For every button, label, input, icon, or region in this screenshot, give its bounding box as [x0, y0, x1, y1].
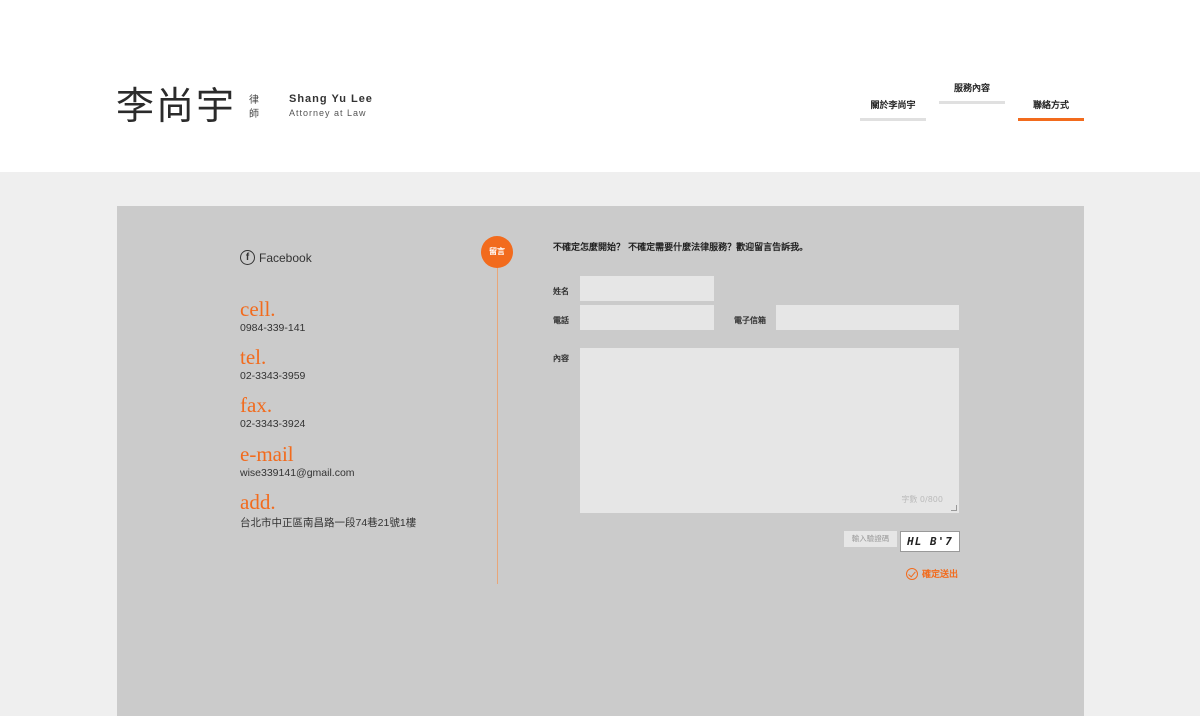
nav-item-bar: [939, 101, 1005, 104]
nav-item-label: 關於李尚宇: [870, 101, 916, 111]
phone-label: 電話: [553, 316, 569, 325]
contact-label: fax.: [240, 393, 273, 417]
contact-panel: f Facebook cell. 0984-339-141 tel. 02-33…: [117, 206, 1084, 716]
contact-tel: tel. 02-3343-3959: [240, 346, 305, 382]
phone-input[interactable]: [580, 305, 714, 330]
email-label: 電子信箱: [734, 316, 766, 325]
contact-value: 02-3343-3959: [240, 370, 306, 382]
message-badge: 留言: [481, 236, 513, 268]
name-label: 姓名: [553, 287, 569, 296]
name-input[interactable]: [580, 276, 714, 301]
resize-handle-icon[interactable]: [951, 505, 957, 511]
facebook-icon: f: [240, 250, 255, 265]
contact-label: tel.: [240, 345, 267, 369]
contact-fax: fax. 02-3343-3924: [240, 394, 305, 430]
contact-value: 02-3343-3924: [240, 418, 306, 430]
nav-item-about[interactable]: 關於李尚宇: [860, 98, 926, 121]
facebook-link[interactable]: f Facebook: [240, 250, 312, 265]
captcha-image[interactable]: HL B'7: [900, 531, 960, 552]
contact-address: add. 台北市中正區南昌路一段74巷21號1樓: [240, 491, 416, 530]
contact-label: add.: [240, 490, 276, 514]
contact-value: 台北市中正區南昌路一段74巷21號1樓: [240, 517, 417, 529]
contact-value: 0984-339-141: [240, 322, 306, 334]
site-header: 李尚宇 律師 Shang Yu Lee Attorney at Law 關於李尚…: [0, 0, 1200, 172]
captcha-input[interactable]: 輸入驗證碼: [844, 531, 897, 547]
logo-english-name: Shang Yu Lee: [289, 93, 373, 105]
contact-value[interactable]: wise339141@gmail.com: [240, 467, 355, 479]
logo-english-subtitle: Attorney at Law: [289, 108, 367, 118]
email-input[interactable]: [776, 305, 959, 330]
character-counter: 字數 0/800: [901, 495, 943, 504]
nav-item-label: 聯絡方式: [1032, 101, 1069, 111]
nav-item-label: 服務內容: [953, 84, 990, 94]
contact-label: cell.: [240, 297, 276, 321]
facebook-label: Facebook: [259, 250, 312, 265]
nav-item-bar-active: [1018, 118, 1084, 121]
nav-item-services[interactable]: 服務內容: [939, 81, 1005, 104]
contact-cell: cell. 0984-339-141: [240, 298, 305, 334]
contact-email: e-mail wise339141@gmail.com: [240, 443, 355, 479]
contact-label: e-mail: [240, 442, 294, 466]
form-intro: 不確定怎麼開始？ 不確定需要什麼法律服務？歡迎留言告訴我。: [553, 243, 809, 253]
check-circle-icon: [906, 567, 918, 580]
nav-item-bar: [860, 118, 926, 121]
divider-line: [497, 254, 498, 584]
logo-chinese-name[interactable]: 李尚宇: [116, 84, 236, 128]
submit-button[interactable]: 確定送出: [906, 567, 958, 580]
logo-title: 律師: [249, 95, 259, 120]
nav-item-contact[interactable]: 聯絡方式: [1018, 98, 1084, 121]
content-textarea[interactable]: 字數 0/800: [580, 348, 959, 513]
content-label: 內容: [553, 354, 569, 363]
submit-label: 確定送出: [922, 570, 959, 580]
